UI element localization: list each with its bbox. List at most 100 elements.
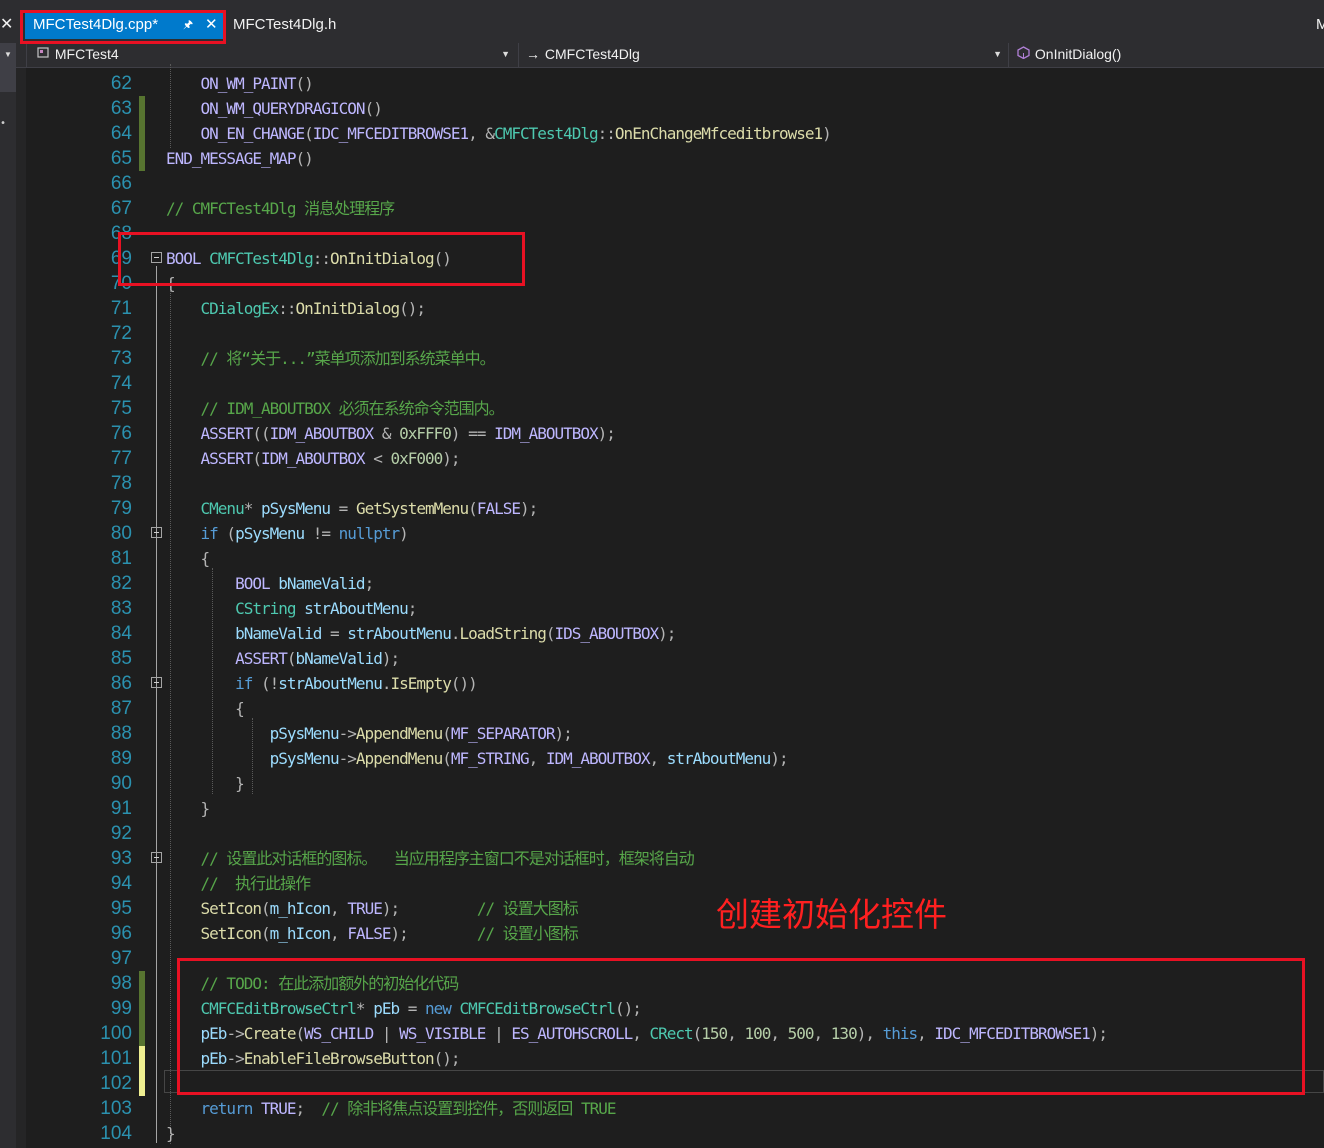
code-token: { bbox=[200, 549, 211, 568]
code-line[interactable]: 74 bbox=[26, 371, 1324, 396]
code-line[interactable]: 81 { bbox=[26, 546, 1324, 571]
tab-overflow[interactable]: M bbox=[1316, 11, 1324, 39]
code-text: pSysMenu->AppendMenu(MF_STRING, IDM_ABOU… bbox=[166, 746, 789, 771]
code-line[interactable]: 93 // 设置此对话框的图标。 当应用程序主窗口不是对话框时，框架将自动 bbox=[26, 846, 1324, 871]
member-dropdown[interactable]: OnInitDialog() bbox=[1008, 43, 1324, 67]
code-token: pSysMenu bbox=[269, 749, 340, 768]
project-dropdown[interactable]: MFCTest4 ▼ bbox=[26, 43, 516, 67]
code-token: ; bbox=[364, 574, 375, 593]
code-line[interactable]: 64 ON_EN_CHANGE(IDC_MFCEDITBROWSE1, &CMF… bbox=[26, 121, 1324, 146]
code-line[interactable]: 92 bbox=[26, 821, 1324, 846]
code-line[interactable]: 85 ASSERT(bNameValid); bbox=[26, 646, 1324, 671]
code-line[interactable]: 71 CDialogEx::OnInitDialog(); bbox=[26, 296, 1324, 321]
line-number: 101 bbox=[100, 1048, 132, 1069]
line-number: 67 bbox=[110, 198, 132, 219]
code-line[interactable]: 94 // 执行此操作 bbox=[26, 871, 1324, 896]
code-token: bNameValid bbox=[235, 624, 322, 643]
code-token: if bbox=[235, 674, 253, 693]
code-text: ON_WM_QUERYDRAGICON() bbox=[166, 96, 383, 121]
highlight-box-oninitdialog bbox=[118, 232, 525, 286]
code-line[interactable]: 73 // 将“关于...”菜单项添加到系统菜单中。 bbox=[26, 346, 1324, 371]
code-token: ON_EN_CHANGE bbox=[200, 124, 306, 143]
code-text: // CMFCTest4Dlg 消息处理程序 bbox=[166, 196, 395, 221]
code-line[interactable]: 96 SetIcon(m_hIcon, FALSE); // 设置小图标 bbox=[26, 921, 1324, 946]
code-token: CMenu bbox=[200, 499, 245, 518]
tab-label: MFCTest4Dlg.h bbox=[233, 16, 337, 33]
code-token: // 除非将焦点设置到控件，否则返回 TRUE bbox=[321, 1099, 616, 1118]
line-number: 88 bbox=[110, 723, 132, 744]
code-token: pSysMenu bbox=[269, 724, 340, 743]
code-line[interactable]: 87 { bbox=[26, 696, 1324, 721]
code-line[interactable]: 83 CString strAboutMenu; bbox=[26, 596, 1324, 621]
code-token: != bbox=[304, 524, 339, 543]
line-number: 95 bbox=[110, 898, 132, 919]
code-text: { bbox=[166, 696, 245, 721]
code-token: 0xF000 bbox=[390, 449, 443, 468]
code-line[interactable]: 84 bNameValid = strAboutMenu.LoadString(… bbox=[26, 621, 1324, 646]
tab-mfctest4dlg-h[interactable]: MFCTest4Dlg.h bbox=[233, 11, 336, 39]
code-token: } bbox=[235, 774, 245, 793]
line-number: 63 bbox=[110, 98, 132, 119]
code-token: strAboutMenu bbox=[347, 624, 452, 643]
code-token: // 设置大图标 bbox=[476, 899, 579, 918]
code-token: -> bbox=[338, 724, 357, 743]
code-token: strAboutMenu bbox=[278, 674, 383, 693]
code-line[interactable]: 79 CMenu* pSysMenu = GetSystemMenu(FALSE… bbox=[26, 496, 1324, 521]
close-icon[interactable]: ✕ bbox=[0, 12, 13, 38]
code-line[interactable]: 88 pSysMenu->AppendMenu(MF_SEPARATOR); bbox=[26, 721, 1324, 746]
code-text: ASSERT(bNameValid); bbox=[166, 646, 400, 671]
code-line[interactable]: 89 pSysMenu->AppendMenu(MF_STRING, IDM_A… bbox=[26, 746, 1324, 771]
code-token: AppendMenu bbox=[355, 724, 443, 743]
code-line[interactable]: 77 ASSERT(IDM_ABOUTBOX < 0xF000); bbox=[26, 446, 1324, 471]
nav-collapse-button[interactable]: ▼ bbox=[0, 43, 16, 67]
code-line[interactable]: 90 } bbox=[26, 771, 1324, 796]
line-number: 100 bbox=[100, 1023, 132, 1044]
code-token: 0xFFF0 bbox=[399, 424, 452, 443]
line-number: 80 bbox=[110, 523, 132, 544]
code-line[interactable]: 103 return TRUE; // 除非将焦点设置到控件，否则返回 TRUE bbox=[26, 1096, 1324, 1121]
code-line[interactable]: 67 // CMFCTest4Dlg 消息处理程序 bbox=[26, 196, 1324, 221]
code-line[interactable]: 91 } bbox=[26, 796, 1324, 821]
code-text: // IDM_ABOUTBOX 必须在系统命令范围内。 bbox=[166, 396, 505, 421]
line-number: 77 bbox=[110, 448, 132, 469]
code-token: END_MESSAGE_MAP bbox=[166, 149, 296, 168]
code-line[interactable]: 75 // IDM_ABOUTBOX 必须在系统命令范围内。 bbox=[26, 396, 1324, 421]
code-token: () bbox=[295, 74, 314, 93]
collapse-icon[interactable] bbox=[151, 677, 162, 688]
code-line[interactable]: 65 END_MESSAGE_MAP() bbox=[26, 146, 1324, 171]
code-line[interactable]: 82 BOOL bNameValid; bbox=[26, 571, 1324, 596]
code-line[interactable]: 104} bbox=[26, 1121, 1324, 1146]
code-token: FALSE bbox=[476, 499, 521, 518]
code-token: ); bbox=[381, 649, 400, 668]
code-line[interactable]: 95 SetIcon(m_hIcon, TRUE); // 设置大图标 bbox=[26, 896, 1324, 921]
code-line[interactable]: 78 bbox=[26, 471, 1324, 496]
class-dropdown[interactable]: → CMFCTest4Dlg ▼ bbox=[518, 43, 1008, 67]
collapse-icon[interactable] bbox=[151, 852, 162, 863]
code-line[interactable]: 72 bbox=[26, 321, 1324, 346]
code-token: ) == bbox=[450, 424, 495, 443]
code-line[interactable]: 62 ON_WM_PAINT() bbox=[26, 71, 1324, 96]
code-text: { bbox=[166, 546, 211, 571]
code-line[interactable]: 66 bbox=[26, 171, 1324, 196]
change-marker bbox=[139, 121, 145, 146]
code-line[interactable]: 86 if (!strAboutMenu.IsEmpty()) bbox=[26, 671, 1324, 696]
change-marker bbox=[139, 971, 145, 996]
side-panel-tab[interactable] bbox=[0, 68, 16, 92]
change-marker bbox=[139, 146, 145, 171]
code-text: pSysMenu->AppendMenu(MF_SEPARATOR); bbox=[166, 721, 573, 746]
code-token: nullptr bbox=[338, 524, 400, 543]
collapse-icon[interactable] bbox=[151, 527, 162, 538]
code-line[interactable]: 80 if (pSysMenu != nullptr) bbox=[26, 521, 1324, 546]
code-text: CString strAboutMenu; bbox=[166, 596, 417, 621]
code-token: TRUE bbox=[260, 1099, 297, 1118]
code-token: . bbox=[450, 624, 461, 643]
code-line[interactable]: 76 ASSERT((IDM_ABOUTBOX & 0xFFF0) == IDM… bbox=[26, 421, 1324, 446]
class-name: CMFCTest4Dlg bbox=[544, 46, 640, 62]
line-number: 96 bbox=[110, 923, 132, 944]
code-line[interactable]: 63 ON_WM_QUERYDRAGICON() bbox=[26, 96, 1324, 121]
